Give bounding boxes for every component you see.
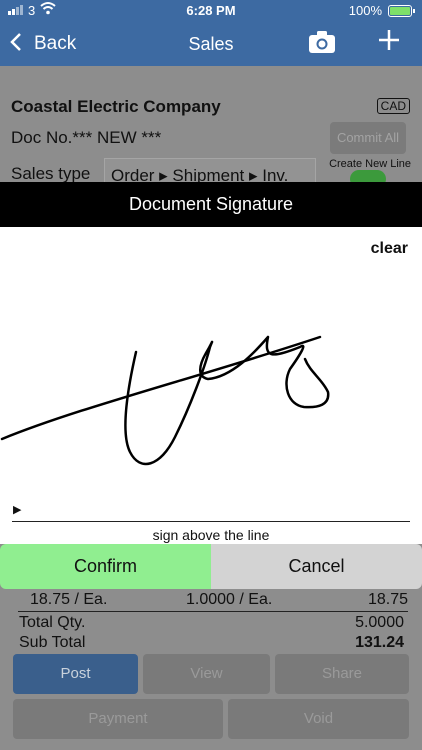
sales-type-label: Sales type [11,164,91,183]
line-item-qty: 1.0000 / Ea. [186,591,273,608]
nav-bar: Back Sales [0,22,422,66]
page-title: Sales [188,34,234,54]
document-number: Doc No.*** NEW *** [11,128,162,147]
signature-line [12,521,410,522]
signature-caption: sign above the line [152,527,270,543]
line-item-price: 18.75 / Ea. [30,591,108,608]
void-button[interactable]: Void [228,699,409,739]
signature-pad[interactable]: clear ▶ sign above the line [0,227,422,544]
dialog-title: Document Signature [0,182,422,227]
subtotal-value: 131.24 [355,634,404,651]
confirm-button[interactable]: Confirm [0,544,211,589]
sign-line-marker: ▶ [13,504,22,516]
signature-drawing [0,335,330,466]
document-footer: 18.75 / Ea. 1.0000 / Ea. 18.75 Total Qty… [0,589,422,750]
view-button[interactable]: View [143,654,270,694]
subtotal-label: Sub Total [19,634,86,651]
total-qty-value: 5.0000 [355,614,404,631]
camera-icon[interactable] [308,30,336,59]
share-button[interactable]: Share [275,654,409,694]
battery-charging-icon [388,5,415,17]
create-new-line-label: Create New Line [329,158,411,170]
document-header: Coastal Electric Company CAD Doc No.*** … [0,66,422,188]
commit-all-button[interactable]: Commit All [330,122,406,154]
cancel-button[interactable]: Cancel [211,544,422,589]
plus-icon[interactable] [378,27,400,57]
currency-badge: CAD [376,98,410,114]
payment-button[interactable]: Payment [13,699,223,739]
divider [18,611,408,612]
clear-signature-button[interactable]: clear [371,240,408,258]
company-name: Coastal Electric Company [11,97,221,116]
battery-percent: 100% [348,3,382,18]
post-button[interactable]: Post [13,654,138,694]
line-item-amount: 18.75 [367,591,408,608]
status-bar: 3 6:28 PM 100% [0,0,422,22]
total-qty-label: Total Qty. [19,614,86,631]
